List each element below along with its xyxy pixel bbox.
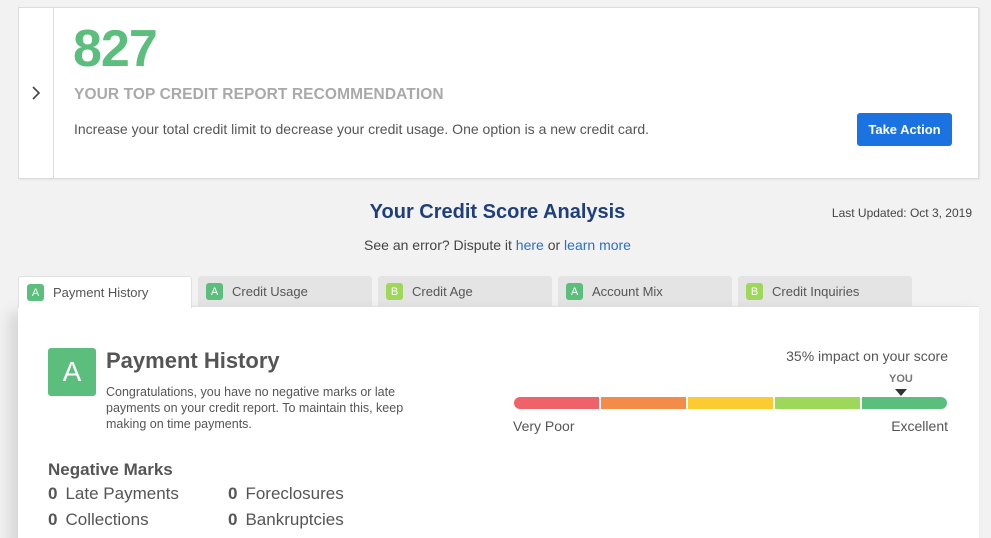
- impact-text: 35% impact on your score: [786, 348, 948, 364]
- recommendation-heading: YOUR TOP CREDIT REPORT RECOMMENDATION: [74, 86, 444, 103]
- tab-credit-inquiries[interactable]: B Credit Inquiries: [738, 276, 912, 307]
- tab-label: Credit Usage: [232, 284, 308, 299]
- tab-label: Credit Age: [412, 284, 473, 299]
- tab-account-mix[interactable]: A Account Mix: [558, 276, 732, 307]
- factor-tabs: A Payment History A Credit Usage B Credi…: [18, 276, 918, 308]
- gauge-segment-fair: [688, 397, 773, 409]
- chevron-right-icon: [32, 86, 41, 100]
- you-marker-icon: [895, 389, 907, 396]
- negative-marks-list: 0 Late Payments 0 Foreclosures 0 Collection…: [48, 484, 408, 530]
- label: Bankruptcies: [245, 510, 344, 529]
- tab-label: Credit Inquiries: [772, 284, 860, 299]
- dispute-prefix: See an error? Dispute it: [364, 237, 516, 253]
- tab-credit-usage[interactable]: A Credit Usage: [198, 276, 372, 307]
- count: 0: [228, 510, 238, 529]
- you-label: YOU: [889, 373, 913, 385]
- negative-mark-late-payments: 0 Late Payments: [48, 484, 228, 504]
- negative-mark-foreclosures: 0 Foreclosures: [228, 484, 408, 504]
- dispute-here-link[interactable]: here: [516, 237, 544, 253]
- recommendation-card: 827 YOUR TOP CREDIT REPORT RECOMMENDATIO…: [18, 7, 979, 179]
- take-action-button[interactable]: Take Action: [857, 113, 952, 146]
- tab-payment-history[interactable]: A Payment History: [18, 276, 192, 308]
- panel-description: Congratulations, you have no negative ma…: [106, 385, 404, 431]
- count: 0: [228, 484, 238, 503]
- negative-mark-bankruptcies: 0 Bankruptcies: [228, 510, 408, 530]
- grade-badge: A: [566, 283, 583, 300]
- panel-title: Payment History: [106, 348, 280, 373]
- grade-badge: B: [386, 283, 403, 300]
- gauge-segment-poor: [601, 397, 686, 409]
- gauge-segment-excellent: [862, 397, 947, 409]
- gauge-low-label: Very Poor: [513, 418, 575, 434]
- gauge-high-label: Excellent: [891, 418, 948, 434]
- label: Foreclosures: [245, 484, 344, 503]
- credit-score: 827: [73, 20, 158, 78]
- count: 0: [48, 510, 58, 529]
- grade-box: A: [48, 348, 96, 396]
- gauge-segment-very-poor: [514, 397, 599, 409]
- score-gauge: [514, 397, 947, 409]
- factor-panel: A Payment History Congratulations, you h…: [18, 306, 979, 538]
- grade-badge: A: [206, 283, 223, 300]
- recommendation-text: Increase your total credit limit to decr…: [74, 121, 650, 137]
- expand-toggle[interactable]: [19, 8, 54, 178]
- negative-mark-collections: 0 Collections: [48, 510, 228, 530]
- label: Collections: [65, 510, 149, 529]
- count: 0: [48, 484, 58, 503]
- tab-label: Payment History: [53, 285, 149, 300]
- dispute-mid: or: [543, 237, 565, 253]
- dispute-line: See an error? Dispute it here or learn m…: [0, 237, 991, 253]
- label: Late Payments: [65, 484, 179, 503]
- learn-more-link[interactable]: learn more: [564, 237, 631, 253]
- grade-badge: A: [27, 284, 44, 301]
- last-updated: Last Updated: Oct 3, 2019: [831, 206, 972, 220]
- tab-credit-age[interactable]: B Credit Age: [378, 276, 552, 307]
- tab-label: Account Mix: [592, 284, 663, 299]
- negative-marks-title: Negative Marks: [48, 460, 173, 479]
- gauge-segment-good: [775, 397, 860, 409]
- grade-badge: B: [746, 283, 763, 300]
